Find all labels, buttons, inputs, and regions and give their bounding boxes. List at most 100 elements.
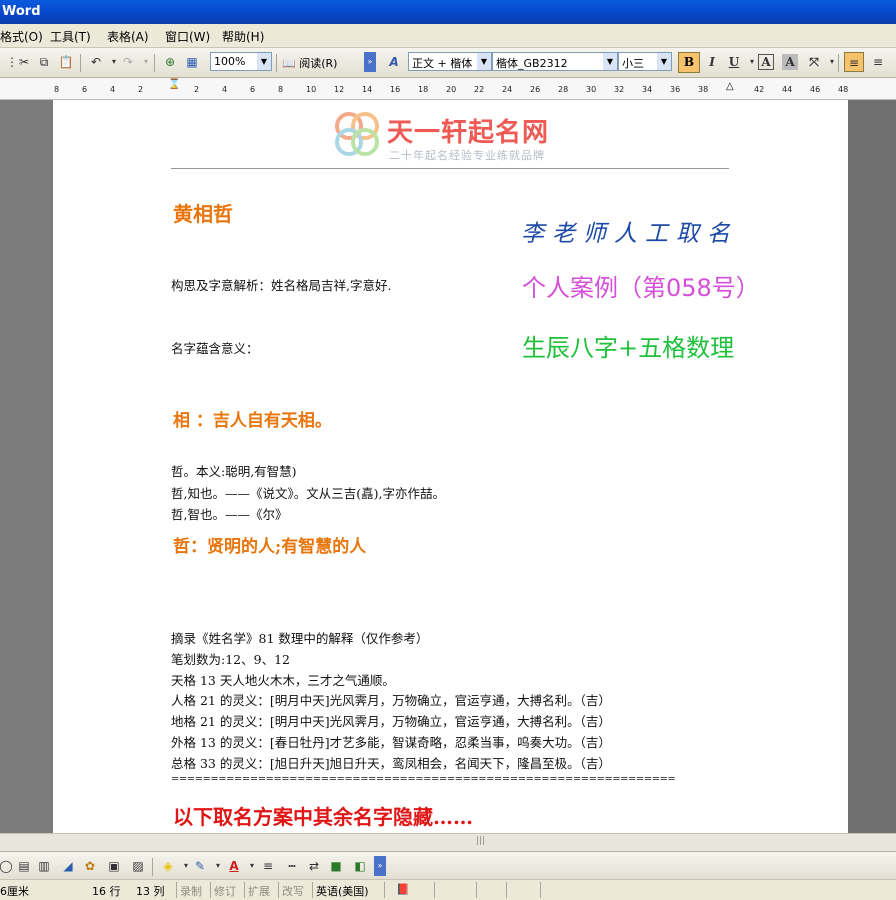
document-page[interactable]: 天一轩起名网 二十年起名经验专业练就品牌 黄相哲 李老师人工取名 构思及字意解析… xyxy=(53,100,848,833)
numerology-line: 摘录《姓名学》81 数理中的解释（仅作参考） xyxy=(171,631,429,646)
horizontal-scrollbar[interactable]: ||| xyxy=(0,833,896,851)
separator xyxy=(476,882,477,898)
ruler-tick-label: 10 xyxy=(306,85,317,94)
menu-table[interactable]: 表格(A) xyxy=(107,28,149,45)
ruler-tick-label: 34 xyxy=(642,85,653,94)
ruler-tick-label: 2 xyxy=(194,85,200,94)
style-value: 正文 + 楷体 xyxy=(412,57,473,70)
ruler-tick-label: 46 xyxy=(810,85,821,94)
char1-title: 相 ：吉人自有天相。 xyxy=(173,411,332,431)
status-position: 6厘米 xyxy=(0,885,29,898)
font-value: 楷体_GB2312 xyxy=(496,57,568,70)
spelling-check-icon[interactable]: 📕 xyxy=(396,883,410,896)
wordart-icon[interactable]: ◢ xyxy=(58,856,78,876)
font-size-select[interactable]: 小三 ▼ xyxy=(618,52,672,71)
status-ext[interactable]: 扩展 xyxy=(248,883,270,899)
line-color-icon[interactable]: ✎ xyxy=(190,856,210,876)
font-select[interactable]: 楷体_GB2312 ▼ xyxy=(492,52,618,71)
status-ovr[interactable]: 改写 xyxy=(282,883,304,899)
ruler-tick-label: 14 xyxy=(362,85,373,94)
separator xyxy=(154,54,155,72)
status-rec[interactable]: 录制 xyxy=(180,883,202,899)
style-select[interactable]: 正文 + 楷体 ▼ xyxy=(408,52,492,71)
font-size-value: 小三 xyxy=(622,57,644,70)
signature: 李老师人工取名 xyxy=(521,221,738,247)
hyperlink-icon[interactable]: ⊕ xyxy=(160,52,180,72)
styles-pane-icon[interactable]: A xyxy=(384,52,404,72)
meaning-label: 名字蕴含意义： xyxy=(171,341,259,356)
drawing-toolbar: ◯ ▤ ▥ ◢ ✿ ▣ ▨ ◈ ▾ ✎ ▾ A ▾ ≡ ┅ ⇄ ■ ◧ » xyxy=(0,851,896,879)
ruler-tick-label: 16 xyxy=(390,85,401,94)
char-border-button[interactable]: A xyxy=(758,54,774,70)
numerology-line: 天格 13 天人地火木木，三才之气通顺。 xyxy=(171,673,395,688)
divider-line: ========================================… xyxy=(171,774,676,785)
char-scale-dropdown-icon[interactable]: ▾ xyxy=(822,52,842,72)
menu-format[interactable]: 格式(O) xyxy=(0,28,43,45)
separator xyxy=(540,882,541,898)
status-col: 13 列 xyxy=(136,885,165,898)
horizontal-ruler[interactable]: 8 6 4 2 2 4 6 8 10 12 14 16 18 20 22 24 26 28 30 32 34 36 38 42… xyxy=(0,78,896,100)
numerology-line: 人格 21 的灵义：[明月中天]光风霁月，万物确立，官运亨通，大搏名利。（吉） xyxy=(171,693,611,708)
redo-icon[interactable]: ↷ xyxy=(118,52,138,72)
right-indent-marker-icon[interactable]: △ xyxy=(726,81,734,92)
ruler-tick-label: 44 xyxy=(782,85,793,94)
paste-icon[interactable]: 📋 xyxy=(56,52,76,72)
3d-icon[interactable]: ◧ xyxy=(350,856,370,876)
font-color-icon[interactable]: A xyxy=(224,856,244,876)
person-name: 黄相哲 xyxy=(173,202,233,226)
arrow-style-icon[interactable]: ⇄ xyxy=(304,856,324,876)
char-scale-icon[interactable]: ⤧ xyxy=(804,52,824,72)
read-mode-button[interactable]: 📖 阅读(R) xyxy=(282,55,337,75)
table-icon[interactable]: ▦ xyxy=(182,52,202,72)
zoom-select[interactable]: 100% ▼ xyxy=(210,52,272,71)
toolbar-options-icon[interactable]: » xyxy=(374,856,386,876)
formatting-toolbar: ⋮ ✂ ⧉ 📋 ↶ ▾ ↷ ▾ ⊕ ▦ 100% ▼ 📖 阅读(R) » A 正… xyxy=(0,48,896,78)
italic-button[interactable]: I xyxy=(702,52,722,72)
copy-icon[interactable]: ⧉ xyxy=(34,52,54,72)
fill-color-icon[interactable]: ◈ xyxy=(158,856,178,876)
dash-style-icon[interactable]: ┅ xyxy=(282,856,302,876)
cut-icon[interactable]: ✂ xyxy=(14,52,34,72)
line-style-icon[interactable]: ≡ xyxy=(258,856,278,876)
hidden-notice: 以下取名方案中其余名字隐藏…… xyxy=(173,805,473,829)
header-divider xyxy=(171,168,729,169)
align-center-icon[interactable]: ≡ xyxy=(868,52,888,72)
read-mode-label: 阅读(R) xyxy=(299,57,338,70)
ruler-tick-label: 28 xyxy=(558,85,569,94)
char-shading-button[interactable]: A xyxy=(782,54,798,70)
diagram-icon[interactable]: ✿ xyxy=(80,856,100,876)
picture-icon[interactable]: ▨ xyxy=(128,856,148,876)
separator xyxy=(176,882,177,898)
status-line: 16 行 xyxy=(92,885,121,898)
shadow-icon[interactable]: ■ xyxy=(326,856,346,876)
scroll-grip-icon[interactable]: ||| xyxy=(476,836,485,846)
chevron-down-icon: ▼ xyxy=(603,53,617,70)
window-title: Word xyxy=(2,4,41,19)
menu-window[interactable]: 窗口(W) xyxy=(165,28,210,45)
chevron-down-icon: ▼ xyxy=(257,53,271,70)
toolbar-options-icon[interactable]: » xyxy=(364,52,376,72)
separator xyxy=(278,882,279,898)
separator xyxy=(838,54,839,72)
ruler-tick-label: 36 xyxy=(670,85,681,94)
indent-marker-icon[interactable]: ⌛ xyxy=(168,79,180,90)
underline-button[interactable]: U xyxy=(724,52,744,72)
bold-button[interactable]: B xyxy=(678,52,700,73)
status-trk[interactable]: 修订 xyxy=(214,883,236,899)
flower-logo-icon xyxy=(335,112,379,156)
textbox-icon[interactable]: ▤ xyxy=(14,856,34,876)
vertical-textbox-icon[interactable]: ▥ xyxy=(34,856,54,876)
separator xyxy=(434,882,435,898)
ruler-tick-label: 2 xyxy=(138,85,144,94)
menu-help[interactable]: 帮助(H) xyxy=(222,28,264,45)
separator xyxy=(80,54,81,72)
ruler-tick-label: 20 xyxy=(446,85,457,94)
undo-icon[interactable]: ↶ xyxy=(86,52,106,72)
clipart-icon[interactable]: ▣ xyxy=(104,856,124,876)
redo-dropdown-icon[interactable]: ▾ xyxy=(136,52,156,72)
align-left-icon[interactable]: ≡ xyxy=(844,52,864,72)
ruler-tick-label: 38 xyxy=(698,85,709,94)
separator xyxy=(276,54,277,72)
numerology-line: 总格 33 的灵义：[旭日升天]旭日升天，鸾凤相会，名闻天下，隆昌至极。（吉） xyxy=(171,756,611,771)
menu-tools[interactable]: 工具(T) xyxy=(50,28,91,45)
